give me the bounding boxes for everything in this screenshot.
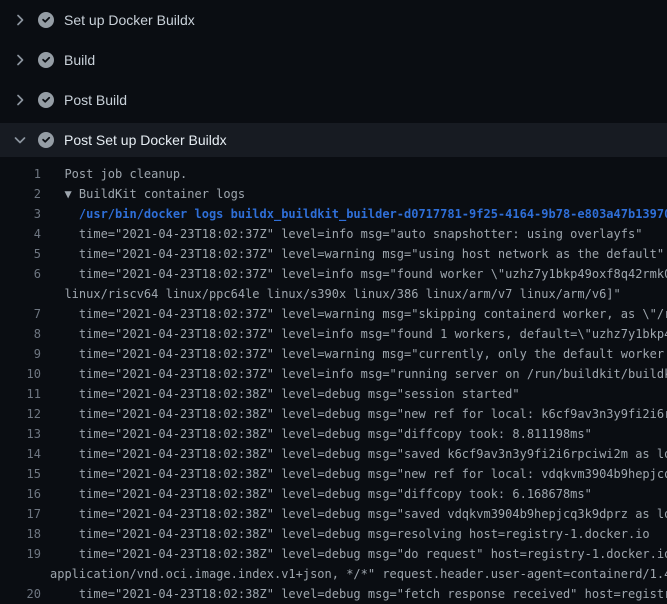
log-line: 12 time="2021-04-23T18:02:38Z" level=deb… <box>0 404 667 424</box>
check-circle-icon <box>38 92 54 108</box>
log-line: 5 time="2021-04-23T18:02:37Z" level=warn… <box>0 244 667 264</box>
step-label: Set up Docker Buildx <box>64 12 195 28</box>
log-line: 2 ▼ BuildKit container logs <box>0 184 667 204</box>
log-group-toggle[interactable]: ▼ BuildKit container logs <box>41 184 667 204</box>
log-line: 20 time="2021-04-23T18:02:38Z" level=deb… <box>0 584 667 604</box>
check-circle-icon <box>38 12 54 28</box>
log-line-number[interactable]: 13 <box>0 424 41 444</box>
log-line: 13 time="2021-04-23T18:02:38Z" level=deb… <box>0 424 667 444</box>
log-line-text: time="2021-04-23T18:02:38Z" level=debug … <box>41 584 667 604</box>
log-line: 10 time="2021-04-23T18:02:37Z" level=inf… <box>0 364 667 384</box>
log-line-text: time="2021-04-23T18:02:38Z" level=debug … <box>41 424 667 444</box>
log-line-number[interactable]: 4 <box>0 224 41 244</box>
log-line-number[interactable]: 1 <box>0 164 41 184</box>
chevron-right-icon[interactable] <box>12 92 28 108</box>
log-line: 6 time="2021-04-23T18:02:37Z" level=info… <box>0 264 667 304</box>
log-line-number[interactable]: 12 <box>0 404 41 424</box>
log-command-text: /usr/bin/docker logs buildx_buildkit_bui… <box>41 204 667 224</box>
log-line-text: time="2021-04-23T18:02:38Z" level=debug … <box>41 444 667 464</box>
log-line-number[interactable]: 19 <box>0 544 41 564</box>
log-line-number[interactable]: 5 <box>0 244 41 264</box>
log-line-text: time="2021-04-23T18:02:38Z" level=debug … <box>41 504 667 524</box>
step-label: Build <box>64 52 95 68</box>
log-line: 19 time="2021-04-23T18:02:38Z" level=deb… <box>0 544 667 584</box>
log-line-number[interactable]: 16 <box>0 484 41 504</box>
log-line: 11 time="2021-04-23T18:02:38Z" level=deb… <box>0 384 667 404</box>
chevron-right-icon[interactable] <box>12 12 28 28</box>
log-line: 8 time="2021-04-23T18:02:37Z" level=info… <box>0 324 667 344</box>
log-line: 1 Post job cleanup. <box>0 164 667 184</box>
log-viewer[interactable]: 1 Post job cleanup.2 ▼ BuildKit containe… <box>0 160 667 604</box>
log-line-number[interactable]: 11 <box>0 384 41 404</box>
log-line: 3 /usr/bin/docker logs buildx_buildkit_b… <box>0 204 667 224</box>
check-circle-icon <box>38 132 54 148</box>
log-line: 14 time="2021-04-23T18:02:38Z" level=deb… <box>0 444 667 464</box>
log-line-number[interactable]: 20 <box>0 584 41 604</box>
log-line-text: time="2021-04-23T18:02:37Z" level=info m… <box>41 364 667 384</box>
step-header-post-set-up-docker-buildx[interactable]: Post Set up Docker Buildx <box>0 123 667 157</box>
log-line-text: time="2021-04-23T18:02:37Z" level=warnin… <box>41 244 667 264</box>
log-line: 9 time="2021-04-23T18:02:37Z" level=warn… <box>0 344 667 364</box>
log-line-number[interactable]: 18 <box>0 524 41 544</box>
log-line-number[interactable]: 9 <box>0 344 41 364</box>
step-label: Post Build <box>64 92 127 108</box>
step-header-set-up-docker-buildx[interactable]: Set up Docker Buildx <box>0 0 667 40</box>
log-line-text: time="2021-04-23T18:02:37Z" level=info m… <box>41 324 667 344</box>
log-line: 15 time="2021-04-23T18:02:38Z" level=deb… <box>0 464 667 484</box>
log-line-text: time="2021-04-23T18:02:37Z" level=warnin… <box>41 344 667 364</box>
log-line: 16 time="2021-04-23T18:02:38Z" level=deb… <box>0 484 667 504</box>
log-line: 18 time="2021-04-23T18:02:38Z" level=deb… <box>0 524 667 544</box>
log-line-text: Post job cleanup. <box>41 164 667 184</box>
step-header-post-build[interactable]: Post Build <box>0 80 667 120</box>
log-line-text: time="2021-04-23T18:02:37Z" level=warnin… <box>41 304 667 324</box>
log-line-text: time="2021-04-23T18:02:38Z" level=debug … <box>41 384 667 404</box>
log-line-number[interactable]: 15 <box>0 464 41 484</box>
log-line-text: time="2021-04-23T18:02:38Z" level=debug … <box>41 404 667 424</box>
log-line: 4 time="2021-04-23T18:02:37Z" level=info… <box>0 224 667 244</box>
step-label: Post Set up Docker Buildx <box>64 132 227 148</box>
log-line: 7 time="2021-04-23T18:02:37Z" level=warn… <box>0 304 667 324</box>
log-line-number[interactable]: 7 <box>0 304 41 324</box>
log-line-text: time="2021-04-23T18:02:38Z" level=debug … <box>41 464 667 484</box>
check-circle-icon <box>38 52 54 68</box>
log-line-text: time="2021-04-23T18:02:38Z" level=debug … <box>41 484 667 504</box>
chevron-right-icon[interactable] <box>12 52 28 68</box>
log-line-text: time="2021-04-23T18:02:38Z" level=debug … <box>41 544 667 584</box>
log-line-number[interactable]: 8 <box>0 324 41 344</box>
log-line-number[interactable]: 6 <box>0 264 41 284</box>
log-line-number[interactable]: 17 <box>0 504 41 524</box>
step-header-build[interactable]: Build <box>0 40 667 80</box>
log-line-number[interactable]: 2 <box>0 184 41 204</box>
chevron-down-icon[interactable] <box>12 132 28 148</box>
log-line-number[interactable]: 3 <box>0 204 41 224</box>
log-line-text: time="2021-04-23T18:02:38Z" level=debug … <box>41 524 667 544</box>
steps-list: Set up Docker Buildx Build Post Build Post … <box>0 0 667 157</box>
log-line-text: time="2021-04-23T18:02:37Z" level=info m… <box>41 264 667 304</box>
log-line: 17 time="2021-04-23T18:02:38Z" level=deb… <box>0 504 667 524</box>
log-line-text: time="2021-04-23T18:02:37Z" level=info m… <box>41 224 667 244</box>
log-line-number[interactable]: 14 <box>0 444 41 464</box>
log-line-number[interactable]: 10 <box>0 364 41 384</box>
